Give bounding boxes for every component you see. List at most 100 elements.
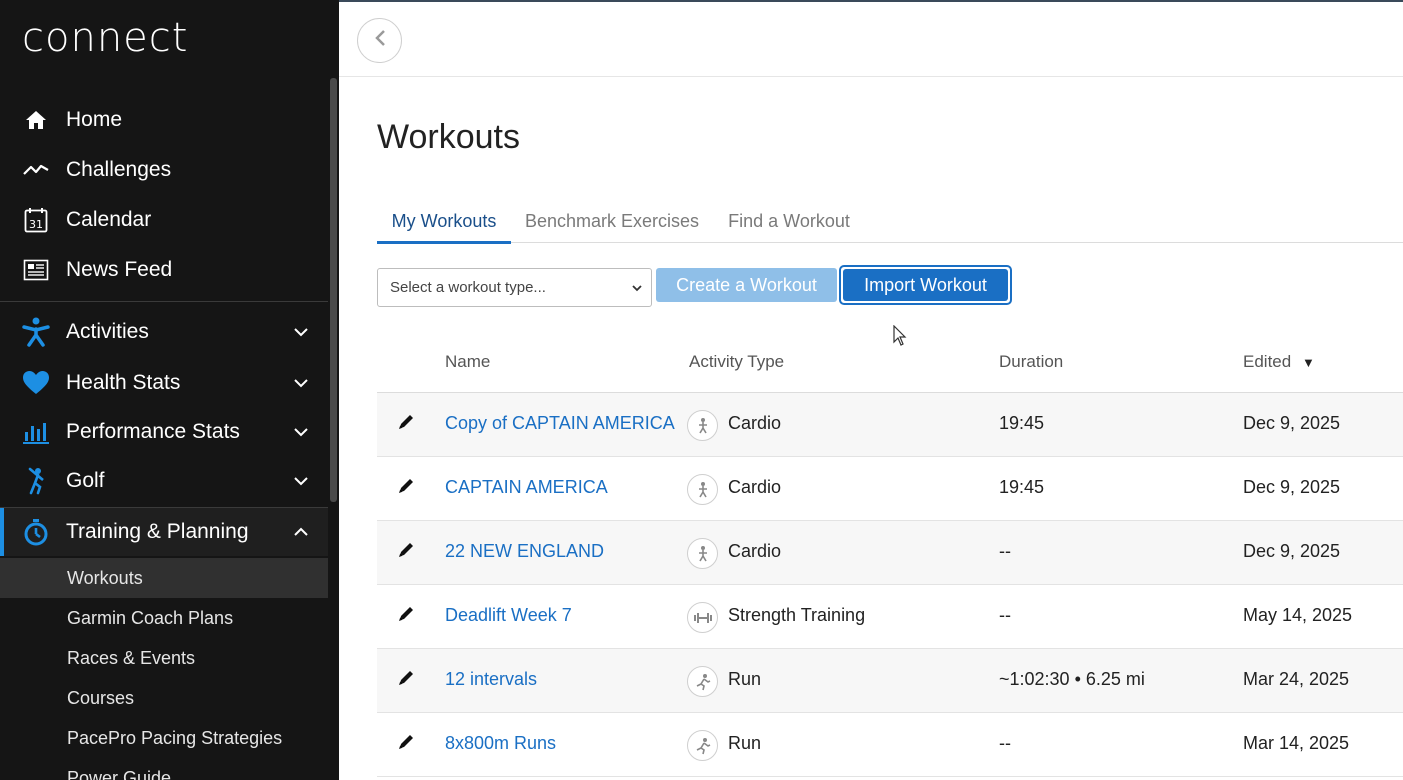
cardio-icon	[687, 410, 718, 441]
column-header-duration[interactable]: Duration	[999, 352, 1063, 372]
workout-name-link[interactable]: 12 intervals	[445, 669, 537, 690]
column-header-edited-label: Edited	[1243, 352, 1292, 371]
sidebar-item-label: Training & Planning	[66, 520, 249, 543]
sidebar-subitem-races-events[interactable]: Races & Events	[0, 638, 328, 678]
sidebar-subitem-label: Courses	[67, 687, 135, 708]
sidebar-item-label: Home	[66, 108, 123, 131]
run-icon	[687, 730, 718, 761]
stopwatch-icon	[22, 518, 50, 546]
pencil-icon[interactable]	[397, 733, 415, 751]
column-header-activity-type[interactable]: Activity Type	[689, 352, 784, 372]
table-row: CAPTAIN AMERICA Cardio 19:45 Dec 9, 2025	[377, 457, 1403, 521]
sidebar-item-activities[interactable]: Activities	[0, 308, 328, 356]
chevron-down-icon[interactable]	[292, 374, 310, 392]
bar-chart-icon	[22, 418, 50, 446]
connect-logo[interactable]: connect	[22, 16, 188, 60]
sidebar-scrollbar[interactable]	[330, 78, 337, 502]
table-row: Copy of CAPTAIN AMERICA Cardio 19:45 Dec…	[377, 393, 1403, 457]
sort-descending-icon: ▼	[1301, 355, 1315, 370]
workout-name-link[interactable]: 8x800m Runs	[445, 733, 556, 754]
sidebar-item-calendar[interactable]: 31 Calendar	[0, 196, 328, 244]
home-icon	[22, 106, 50, 134]
sidebar-item-home[interactable]: Home	[0, 96, 328, 144]
column-header-edited[interactable]: Edited ▼	[1243, 352, 1315, 372]
workout-name-link[interactable]: CAPTAIN AMERICA	[445, 477, 608, 498]
sidebar-item-training-planning[interactable]: Training & Planning	[0, 508, 328, 556]
cardio-icon	[687, 474, 718, 505]
run-icon	[687, 666, 718, 697]
sidebar-item-label: Performance Stats	[66, 420, 240, 443]
table-row: 22 NEW ENGLAND Cardio -- Dec 9, 2025	[377, 521, 1403, 585]
cardio-icon	[687, 538, 718, 569]
create-workout-button[interactable]: Create a Workout	[656, 268, 837, 302]
chevron-down-icon[interactable]	[292, 423, 310, 441]
tab-find-a-workout[interactable]: Find a Workout	[726, 200, 852, 243]
activity-type: Run	[728, 733, 762, 753]
table-row: Deadlift Week 7 Strength Training -- May…	[377, 585, 1403, 649]
challenges-icon	[22, 156, 50, 184]
column-header-name[interactable]: Name	[445, 352, 490, 372]
table-row: 8x800m Runs Run -- Mar 14, 2025	[377, 713, 1403, 777]
sidebar-subitem-garmin-coach-plans[interactable]: Garmin Coach Plans	[0, 598, 328, 638]
table-header: Name Activity Type Duration Edited ▼	[377, 330, 1403, 393]
sidebar-item-label: Golf	[66, 469, 105, 492]
sidebar-subitem-label: Garmin Coach Plans	[67, 607, 234, 628]
pencil-icon[interactable]	[397, 669, 415, 687]
edited-date: Mar 24, 2025	[1243, 669, 1350, 689]
sidebar-item-performance-stats[interactable]: Performance Stats	[0, 408, 328, 456]
sidebar: connect Home Challenges 31 Calendar News…	[0, 0, 339, 780]
import-workout-button-label: Import Workout	[843, 269, 1008, 301]
sidebar-item-label: Calendar	[66, 208, 152, 231]
workout-type-select-value: Select a workout type...	[390, 279, 546, 296]
workout-tabs: My Workouts Benchmark Exercises Find a W…	[377, 200, 1403, 244]
chevron-up-icon[interactable]	[292, 523, 310, 541]
top-bar	[339, 0, 1403, 77]
sidebar-subitem-courses[interactable]: Courses	[0, 678, 328, 718]
sidebar-item-news-feed[interactable]: News Feed	[0, 246, 328, 294]
chevron-down-icon[interactable]	[292, 323, 310, 341]
duration: --	[999, 541, 1011, 561]
edited-date: Dec 9, 2025	[1243, 413, 1341, 433]
sidebar-subitem-power-guide[interactable]: Power Guide	[0, 758, 328, 780]
sidebar-subitem-label: PacePro Pacing Strategies	[67, 727, 283, 748]
sidebar-item-health-stats[interactable]: Health Stats	[0, 359, 328, 407]
calendar-icon: 31	[22, 206, 50, 234]
heart-icon	[22, 369, 50, 397]
dumbbell-icon	[687, 602, 718, 633]
workout-name-link[interactable]: Deadlift Week 7	[445, 605, 572, 626]
sidebar-divider	[0, 301, 328, 302]
edited-date: Mar 14, 2025	[1243, 733, 1350, 753]
workout-name-link[interactable]: Copy of CAPTAIN AMERICA	[445, 413, 675, 434]
pencil-icon[interactable]	[397, 413, 415, 431]
calendar-day-number: 31	[29, 218, 43, 231]
chevron-down-icon	[631, 281, 643, 299]
pencil-icon[interactable]	[397, 477, 415, 495]
import-workout-button[interactable]: Import Workout	[839, 265, 1012, 305]
tab-my-workouts[interactable]: My Workouts	[377, 200, 511, 244]
sidebar-subitem-label: Power Guide	[67, 767, 172, 780]
back-button[interactable]	[357, 18, 402, 63]
edited-date: Dec 9, 2025	[1243, 541, 1341, 561]
workout-name-link[interactable]: 22 NEW ENGLAND	[445, 541, 604, 562]
workout-type-select[interactable]: Select a workout type...	[377, 268, 652, 307]
sidebar-subitem-label: Races & Events	[67, 647, 196, 668]
sidebar-item-label: Activities	[66, 320, 149, 343]
golf-icon	[22, 467, 50, 495]
pencil-icon[interactable]	[397, 605, 415, 623]
chevron-down-icon[interactable]	[292, 472, 310, 490]
sidebar-item-label: Challenges	[66, 158, 172, 181]
sidebar-item-golf[interactable]: Golf	[0, 457, 328, 505]
pencil-icon[interactable]	[397, 541, 415, 559]
sidebar-item-challenges[interactable]: Challenges	[0, 146, 328, 194]
sidebar-subitem-pacepro[interactable]: PacePro Pacing Strategies	[0, 718, 328, 758]
edited-date: May 14, 2025	[1243, 605, 1353, 625]
sidebar-subitem-workouts[interactable]: Workouts	[0, 558, 328, 598]
news-feed-icon	[22, 256, 50, 284]
activity-type: Run	[728, 669, 762, 689]
sidebar-item-label: News Feed	[66, 258, 173, 281]
duration: 19:45	[999, 413, 1045, 433]
activities-icon	[22, 317, 50, 347]
activity-type: Cardio	[728, 477, 782, 497]
tab-benchmark-exercises[interactable]: Benchmark Exercises	[525, 200, 699, 243]
activity-type: Strength Training	[728, 605, 866, 625]
